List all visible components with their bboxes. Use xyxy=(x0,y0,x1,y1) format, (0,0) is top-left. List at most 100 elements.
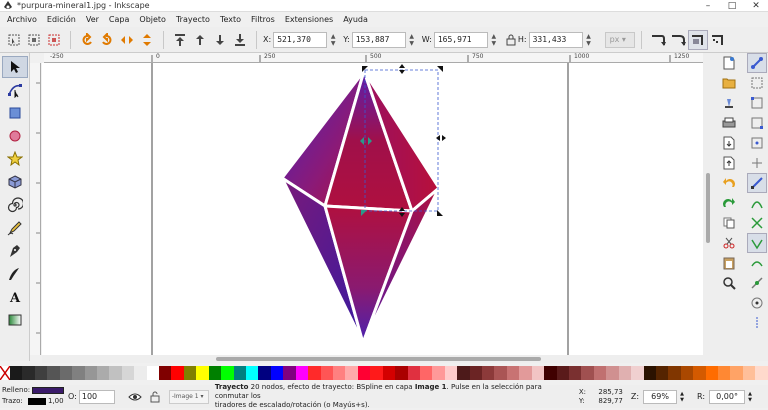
scale-stroke-icon[interactable] xyxy=(648,30,668,50)
palette-swatch[interactable] xyxy=(283,366,296,380)
box3d-tool-icon[interactable] xyxy=(2,171,28,193)
palette-swatch[interactable] xyxy=(593,366,607,380)
palette-swatch[interactable] xyxy=(96,366,110,380)
pen-tool-icon[interactable] xyxy=(2,240,28,262)
palette-swatch[interactable] xyxy=(22,366,35,380)
snap-paths-icon[interactable] xyxy=(747,193,767,213)
copy-icon[interactable] xyxy=(719,213,739,233)
star-tool-icon[interactable] xyxy=(2,148,28,170)
layer-select[interactable]: -Image 1 ▾ xyxy=(168,389,209,404)
fill-swatch[interactable] xyxy=(32,387,64,394)
h-spinner[interactable]: ▲ ▼ xyxy=(583,32,595,48)
palette-swatch[interactable] xyxy=(519,366,532,380)
palette-swatch[interactable] xyxy=(643,366,656,380)
snap-cusp-icon[interactable] xyxy=(747,233,767,253)
flip-horizontal-icon[interactable] xyxy=(117,30,137,50)
move-gradients-icon[interactable] xyxy=(687,29,708,50)
layer-visibility-eye-icon[interactable] xyxy=(125,387,145,407)
palette-swatch[interactable] xyxy=(506,366,520,380)
palette-swatch[interactable] xyxy=(494,366,507,380)
rotate-cw-icon[interactable] xyxy=(97,30,117,50)
palette-swatch[interactable] xyxy=(469,366,483,380)
palette-swatch[interactable] xyxy=(146,366,160,380)
import-icon[interactable] xyxy=(719,133,739,153)
move-patterns-icon[interactable] xyxy=(708,30,728,50)
palette-swatch[interactable] xyxy=(171,366,184,380)
rectangle-tool-icon[interactable] xyxy=(2,102,28,124)
rotate-ccw-icon[interactable] xyxy=(77,30,97,50)
no-paint-swatch[interactable] xyxy=(0,365,11,381)
palette-swatch[interactable] xyxy=(345,366,358,380)
palette-swatch[interactable] xyxy=(419,366,433,380)
deselect-icon[interactable] xyxy=(44,30,64,50)
node-tool-icon[interactable] xyxy=(2,79,28,101)
horizontal-ruler[interactable]: -250 0 250 500 750 1000 1250 xyxy=(44,53,703,63)
palette-swatch[interactable] xyxy=(755,366,768,380)
palette-swatch[interactable] xyxy=(432,366,445,380)
palette-swatch[interactable] xyxy=(10,366,23,380)
open-icon[interactable] xyxy=(719,73,739,93)
minimize-button[interactable]: – xyxy=(696,0,720,12)
snap-bbox-center-icon[interactable] xyxy=(747,153,767,173)
w-input[interactable]: 165,971 xyxy=(433,31,488,48)
palette-swatch[interactable] xyxy=(693,366,706,380)
menu-ver[interactable]: Ver xyxy=(81,15,104,24)
snap-toggle-icon[interactable] xyxy=(747,53,767,73)
palette-swatch[interactable] xyxy=(457,366,470,380)
palette-swatch[interactable] xyxy=(581,366,594,380)
zoom-input[interactable]: 69% xyxy=(643,389,678,404)
snap-bbox-corner-icon[interactable] xyxy=(747,113,767,133)
palette-swatch[interactable] xyxy=(121,366,135,380)
text-tool-icon[interactable]: A xyxy=(2,286,28,308)
redo-icon[interactable] xyxy=(719,193,739,213)
snap-guide-icon[interactable] xyxy=(747,313,767,333)
palette-swatch[interactable] xyxy=(482,366,495,380)
opacity-input[interactable]: 100 xyxy=(78,389,115,404)
menu-texto[interactable]: Texto xyxy=(215,15,246,24)
palette-swatch[interactable] xyxy=(208,366,222,380)
flip-vertical-icon[interactable] xyxy=(137,30,157,50)
gem-artwork[interactable] xyxy=(280,69,441,345)
stroke-width-value[interactable]: 1,00 xyxy=(48,397,64,405)
snap-smooth-icon[interactable] xyxy=(747,253,767,273)
x-input[interactable]: 521,370 xyxy=(273,31,328,48)
gradient-tool-icon[interactable] xyxy=(2,309,28,331)
vertical-ruler[interactable] xyxy=(30,63,41,355)
palette-swatch[interactable] xyxy=(47,366,60,380)
palette-swatch[interactable] xyxy=(606,366,619,380)
y-spinner[interactable]: ▲ ▼ xyxy=(406,32,418,48)
x-spinner[interactable]: ▲ ▼ xyxy=(327,32,339,48)
menu-edicion[interactable]: Edición xyxy=(42,15,81,24)
palette-swatch[interactable] xyxy=(742,366,756,380)
snap-bbox-icon[interactable] xyxy=(747,73,767,93)
lock-icon[interactable] xyxy=(504,30,518,50)
zoom-selection-icon[interactable] xyxy=(719,273,739,293)
paste-icon[interactable] xyxy=(719,253,739,273)
palette-swatch[interactable] xyxy=(34,366,48,380)
handle-mid-right[interactable] xyxy=(436,135,446,141)
calligraphy-tool-icon[interactable] xyxy=(2,263,28,285)
palette-swatch[interactable] xyxy=(631,366,644,380)
menu-archivo[interactable]: Archivo xyxy=(2,15,42,24)
palette-swatch[interactable] xyxy=(395,366,408,380)
palette-swatch[interactable] xyxy=(246,366,259,380)
select-all-icon[interactable] xyxy=(4,30,24,50)
palette-swatch[interactable] xyxy=(357,366,371,380)
horizontal-scroll-thumb[interactable] xyxy=(216,357,541,361)
palette-swatch[interactable] xyxy=(72,366,85,380)
rotation-spinner[interactable]: ▲ ▼ xyxy=(745,391,755,403)
palette-swatch[interactable] xyxy=(295,366,309,380)
handle-top-mid[interactable] xyxy=(399,64,405,74)
layer-lock-icon[interactable] xyxy=(145,387,165,407)
palette-swatch[interactable] xyxy=(705,366,719,380)
handle-bottom-right[interactable] xyxy=(437,210,443,216)
palette-swatch[interactable] xyxy=(382,366,396,380)
palette-swatch[interactable] xyxy=(680,366,694,380)
palette-swatch[interactable] xyxy=(332,366,346,380)
palette-swatch[interactable] xyxy=(568,366,582,380)
palette-swatch[interactable] xyxy=(531,366,545,380)
w-spinner[interactable]: ▲ ▼ xyxy=(488,32,500,48)
palette-swatch[interactable] xyxy=(270,366,284,380)
snap-center-icon[interactable] xyxy=(747,293,767,313)
menu-trayecto[interactable]: Trayecto xyxy=(171,15,215,24)
